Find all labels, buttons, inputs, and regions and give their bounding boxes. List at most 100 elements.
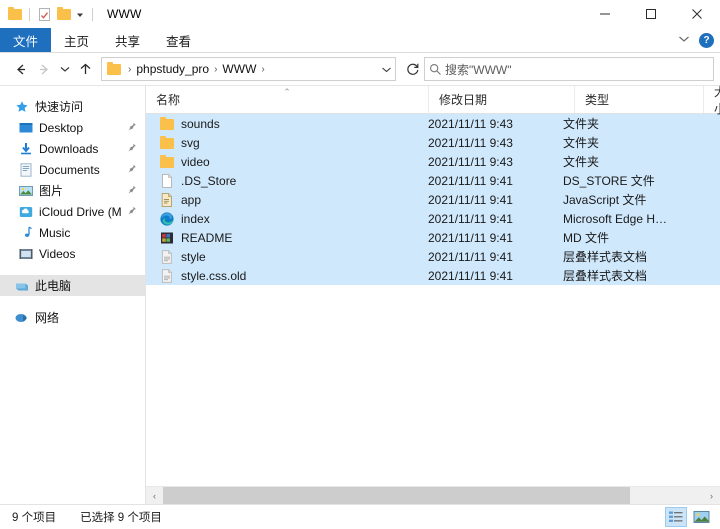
pin-icon[interactable] — [127, 163, 137, 176]
file-name: video — [181, 155, 210, 169]
chevron-down-icon[interactable] — [678, 35, 690, 46]
refresh-button[interactable] — [402, 58, 424, 80]
table-row[interactable]: app 2021/11/11 9:41 JavaScript 文件 — [146, 190, 720, 209]
table-row[interactable]: sounds 2021/11/11 9:43 文件夹 — [146, 114, 720, 133]
quick-access-toolbar: WWW — [0, 0, 142, 28]
selection-count: 已选择 9 个项目 — [80, 509, 162, 525]
table-row[interactable]: video 2021/11/11 9:43 文件夹 — [146, 152, 720, 171]
large-icons-view-button[interactable] — [690, 507, 712, 527]
pin-icon[interactable] — [127, 121, 137, 134]
music-icon — [18, 225, 34, 241]
tab-share[interactable]: 共享 — [102, 28, 153, 52]
forward-button[interactable] — [32, 57, 56, 81]
properties-icon[interactable] — [37, 7, 52, 22]
file-date-cell: 2021/11/11 9:43 — [418, 136, 553, 150]
table-row[interactable]: .DS_Store 2021/11/11 9:41 DS_STORE 文件 — [146, 171, 720, 190]
file-name-cell: index — [146, 211, 418, 227]
scroll-left-arrow[interactable]: ‹ — [146, 487, 163, 504]
column-header-type[interactable]: 类型 — [574, 86, 703, 113]
new-folder-icon[interactable] — [56, 7, 71, 22]
ribbon-tab-bar: 文件 主页 共享 查看 ? — [0, 28, 720, 53]
sidebar-label: 网络 — [35, 309, 59, 326]
table-row[interactable]: README 2021/11/11 9:41 MD 文件 — [146, 228, 720, 247]
column-headers: ⌃ 名称 修改日期 类型 大小 — [146, 86, 720, 114]
scrollbar-track[interactable] — [163, 487, 703, 504]
folder-icon — [159, 135, 175, 151]
sidebar-label: Videos — [39, 247, 75, 261]
recent-locations-button[interactable] — [56, 57, 73, 81]
close-button[interactable] — [674, 0, 720, 28]
breadcrumb-bar[interactable]: › phpstudy_pro › WWW › — [101, 57, 396, 81]
column-header-date[interactable]: 修改日期 — [428, 86, 574, 113]
maximize-button[interactable] — [628, 0, 674, 28]
sidebar-item-desktop[interactable]: Desktop — [0, 117, 145, 138]
tab-home[interactable]: 主页 — [51, 28, 102, 52]
sidebar-item-downloads[interactable]: Downloads — [0, 138, 145, 159]
column-header-name[interactable]: ⌃ 名称 — [146, 86, 428, 113]
breadcrumb-sep-1[interactable]: › — [211, 64, 220, 75]
tab-file[interactable]: 文件 — [0, 28, 51, 52]
up-button[interactable] — [73, 57, 97, 81]
breadcrumb-root-sep: › — [125, 64, 134, 75]
file-type-cell: 文件夹 — [553, 115, 671, 132]
breadcrumb-sep-2[interactable]: › — [258, 64, 267, 75]
breadcrumb-item-1[interactable]: phpstudy_pro — [134, 62, 211, 76]
table-row[interactable]: index 2021/11/11 9:41 Microsoft Edge HT.… — [146, 209, 720, 228]
file-type-cell: 层叠样式表文档 — [553, 267, 671, 284]
folder-icon[interactable] — [7, 7, 22, 22]
file-name-cell: sounds — [146, 116, 418, 132]
sidebar-label: Desktop — [39, 121, 83, 135]
address-dropdown-icon[interactable] — [377, 64, 395, 75]
sidebar-item-network[interactable]: 网络 — [0, 307, 145, 328]
table-row[interactable]: svg 2021/11/11 9:43 文件夹 — [146, 133, 720, 152]
column-label: 名称 — [156, 91, 180, 108]
table-row[interactable]: style 2021/11/11 9:41 层叠样式表文档 — [146, 247, 720, 266]
file-type-cell: 文件夹 — [553, 134, 671, 151]
desktop-icon — [18, 120, 34, 136]
sidebar-item-pictures[interactable]: 图片 — [0, 180, 145, 201]
address-bar: › phpstudy_pro › WWW › 搜索"WWW" — [0, 53, 720, 85]
sidebar-spacer — [0, 264, 145, 275]
pictures-icon — [18, 183, 34, 199]
scrollbar-thumb[interactable] — [163, 487, 630, 504]
sidebar-item-icloud-drive[interactable]: iCloud Drive (M — [0, 201, 145, 222]
title-bar: WWW — [0, 0, 720, 28]
breadcrumb-item-2[interactable]: WWW — [220, 62, 258, 76]
back-button[interactable] — [8, 57, 32, 81]
table-row[interactable]: style.css.old 2021/11/11 9:41 层叠样式表文档 — [146, 266, 720, 285]
status-bar: 9 个项目 已选择 9 个项目 — [0, 504, 720, 529]
item-count: 9 个项目 — [12, 509, 56, 525]
help-icon[interactable]: ? — [699, 33, 714, 48]
view-buttons — [665, 505, 712, 529]
icloud-icon — [18, 204, 34, 220]
horizontal-scrollbar[interactable]: ‹ › — [146, 486, 720, 504]
sidebar-label: Music — [39, 226, 70, 240]
sidebar-item-music[interactable]: Music — [0, 222, 145, 243]
sidebar-item-quick-access[interactable]: 快速访问 — [0, 96, 145, 117]
pin-icon[interactable] — [127, 184, 137, 197]
pin-icon[interactable] — [127, 205, 137, 218]
search-input[interactable]: 搜索"WWW" — [424, 57, 714, 81]
qat-divider — [29, 8, 30, 21]
network-icon — [14, 310, 30, 326]
customize-caret-icon[interactable] — [75, 7, 85, 22]
star-icon — [14, 99, 30, 115]
window-controls — [582, 0, 720, 28]
address-folder-icon — [106, 61, 122, 77]
sidebar-item-documents[interactable]: Documents — [0, 159, 145, 180]
file-type-cell: MD 文件 — [553, 229, 671, 246]
sidebar-item-videos[interactable]: Videos — [0, 243, 145, 264]
pin-icon[interactable] — [127, 142, 137, 155]
tab-view[interactable]: 查看 — [153, 28, 204, 52]
minimize-button[interactable] — [582, 0, 628, 28]
file-type-cell: 层叠样式表文档 — [553, 248, 671, 265]
file-date-cell: 2021/11/11 9:41 — [418, 212, 553, 226]
scroll-right-arrow[interactable]: › — [703, 487, 720, 504]
sort-ascending-icon: ⌃ — [283, 87, 291, 98]
column-header-size[interactable]: 大小 — [703, 86, 720, 113]
sidebar-item-this-pc[interactable]: 此电脑 — [0, 275, 145, 296]
ribbon-right-controls: ? — [678, 28, 714, 52]
details-view-button[interactable] — [665, 507, 687, 527]
explorer-body: 快速访问 Desktop Downloads — [0, 85, 720, 504]
file-date-cell: 2021/11/11 9:41 — [418, 269, 553, 283]
